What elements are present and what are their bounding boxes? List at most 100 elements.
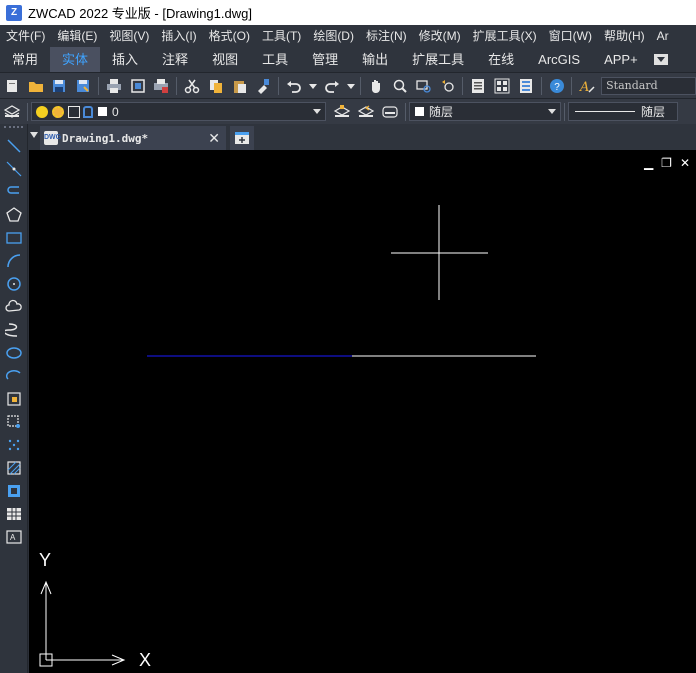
cut-icon[interactable]	[182, 76, 202, 96]
zoom-window-icon[interactable]	[414, 76, 434, 96]
close-icon[interactable]: ✕	[208, 130, 220, 147]
ellipse-icon[interactable]	[2, 341, 26, 364]
menu-view[interactable]: 视图(V)	[103, 25, 155, 47]
tab-solid[interactable]: 实体	[50, 47, 101, 72]
design-center-icon[interactable]	[492, 76, 512, 96]
line-icon[interactable]	[2, 134, 26, 157]
paste-icon[interactable]	[230, 76, 250, 96]
menu-edit[interactable]: 编辑(E)	[51, 25, 103, 47]
insert-block-icon[interactable]	[2, 387, 26, 410]
layer-freeze-sun-icon[interactable]	[52, 105, 64, 118]
menu-modify[interactable]: 修改(M)	[413, 25, 467, 47]
menu-dimension[interactable]: 标注(N)	[360, 25, 413, 47]
svg-text:A: A	[579, 80, 589, 94]
undo-icon[interactable]	[284, 76, 304, 96]
drawing-canvas[interactable]: ▁ ❐ ✕ Y X	[29, 150, 696, 673]
make-block-icon[interactable]	[2, 410, 26, 433]
layer-on-bulb-icon[interactable]	[36, 105, 48, 118]
menu-express-tools[interactable]: 扩展工具(X)	[467, 25, 543, 47]
new-drawing-tab-button[interactable]	[230, 126, 254, 150]
undo-dropdown-icon[interactable]	[308, 76, 318, 96]
region-icon[interactable]	[2, 479, 26, 502]
redo-icon[interactable]	[322, 76, 342, 96]
print-preview-icon[interactable]	[128, 76, 148, 96]
plot-icon[interactable]	[151, 76, 171, 96]
menu-insert[interactable]: 插入(I)	[155, 25, 202, 47]
help-icon[interactable]: ?	[547, 76, 567, 96]
pan-hand-icon[interactable]	[366, 76, 386, 96]
match-properties-icon[interactable]	[253, 76, 273, 96]
document-tab[interactable]: DWG Drawing1.dwg* ✕	[40, 126, 226, 150]
menu-arcgis-truncated[interactable]: Ar	[651, 25, 675, 47]
table-icon[interactable]	[2, 502, 26, 525]
menu-window[interactable]: 窗口(W)	[543, 25, 598, 47]
tab-output[interactable]: 输出	[350, 47, 400, 72]
polygon-icon[interactable]	[2, 203, 26, 226]
new-file-icon[interactable]	[2, 76, 22, 96]
make-object-layer-current-icon[interactable]	[332, 102, 352, 122]
ellipse-arc-icon[interactable]	[2, 364, 26, 387]
chevron-down-icon[interactable]	[548, 109, 556, 114]
toolbar-separator	[278, 76, 280, 95]
save-as-icon[interactable]	[73, 76, 93, 96]
print-icon[interactable]	[104, 76, 124, 96]
mtext-icon[interactable]: A	[2, 525, 26, 548]
zoom-realtime-icon[interactable]	[390, 76, 410, 96]
properties-icon[interactable]	[468, 76, 488, 96]
revcloud-icon[interactable]	[2, 295, 26, 318]
tab-manage[interactable]: 管理	[300, 47, 350, 72]
tab-arcgis[interactable]: ArcGIS	[526, 47, 592, 72]
color-dropdown[interactable]: 随层	[409, 102, 561, 121]
tab-annotate[interactable]: 注释	[150, 47, 200, 72]
chevron-down-icon[interactable]	[313, 109, 321, 114]
tab-express-tools[interactable]: 扩展工具	[400, 47, 476, 72]
ribbon-minimize-dropdown-icon[interactable]	[653, 54, 668, 65]
tab-online[interactable]: 在线	[476, 47, 526, 72]
menu-help[interactable]: 帮助(H)	[598, 25, 651, 47]
linetype-value: 随层	[641, 105, 666, 119]
text-style-icon[interactable]: A	[577, 76, 597, 96]
document-tabs: DWG Drawing1.dwg* ✕	[28, 124, 696, 150]
linetype-dropdown[interactable]: 随层	[568, 102, 678, 121]
toolbar-separator	[360, 76, 362, 95]
menu-draw[interactable]: 绘图(D)	[307, 25, 360, 47]
tab-view[interactable]: 视图	[200, 47, 250, 72]
tab-home[interactable]: 常用	[0, 47, 50, 72]
layer-states-icon[interactable]	[380, 102, 400, 122]
hatch-icon[interactable]	[2, 456, 26, 479]
menu-tools[interactable]: 工具(T)	[256, 25, 307, 47]
layer-dropdown[interactable]: 0	[31, 102, 326, 121]
toolbar-separator	[540, 76, 542, 95]
point-icon[interactable]	[2, 433, 26, 456]
tab-tools[interactable]: 工具	[250, 47, 300, 72]
tab-insert[interactable]: 插入	[100, 47, 150, 72]
menu-file[interactable]: 文件(F)	[0, 25, 51, 47]
menu-format[interactable]: 格式(O)	[203, 25, 256, 47]
circle-icon[interactable]	[2, 272, 26, 295]
layer-color-swatch	[98, 107, 107, 116]
zoom-previous-icon[interactable]	[438, 76, 458, 96]
arc-icon[interactable]	[2, 249, 26, 272]
tab-list-dropdown-icon[interactable]	[30, 132, 38, 138]
text-style-select[interactable]: Standard	[601, 76, 696, 95]
copy-icon[interactable]	[206, 76, 226, 96]
save-icon[interactable]	[50, 76, 70, 96]
toolbar-separator	[564, 102, 565, 121]
layer-manager-icon[interactable]	[2, 102, 22, 122]
open-folder-icon[interactable]	[26, 76, 46, 96]
tab-app-plus[interactable]: APP+	[592, 47, 650, 72]
redo-dropdown-icon[interactable]	[346, 76, 356, 96]
toolbar-grip[interactable]	[4, 126, 23, 132]
window-title: ZWCAD 2022 专业版 - [Drawing1.dwg]	[28, 6, 252, 21]
color-swatch	[415, 107, 424, 116]
layer-vp-freeze-icon[interactable]	[68, 105, 80, 118]
ucs-x-label: X	[139, 650, 152, 670]
rectangle-icon[interactable]	[2, 226, 26, 249]
polyline-icon[interactable]	[2, 180, 26, 203]
layer-lock-icon[interactable]	[83, 105, 93, 118]
layer-previous-icon[interactable]	[356, 102, 376, 122]
svg-text:A: A	[10, 533, 16, 542]
spline-icon[interactable]	[2, 318, 26, 341]
construction-line-icon[interactable]	[2, 157, 26, 180]
tool-palettes-icon[interactable]	[516, 76, 536, 96]
